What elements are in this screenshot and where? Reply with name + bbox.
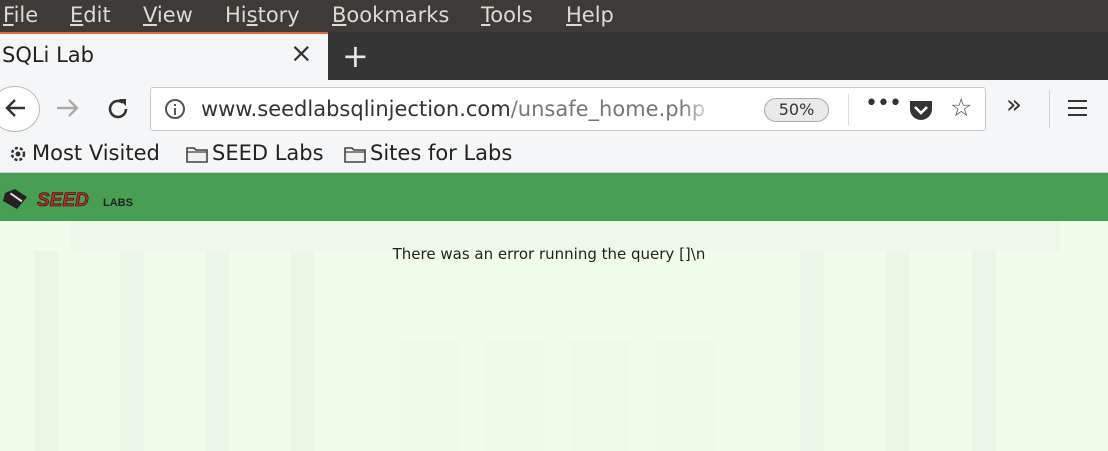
gear-icon [10, 146, 26, 162]
back-button[interactable] [0, 86, 40, 132]
bookmark-sites-for-labs[interactable]: Sites for Labs [344, 141, 512, 165]
svg-text:SEED: SEED [37, 190, 89, 211]
new-tab-button[interactable]: + [342, 32, 369, 80]
url-text[interactable]: www.seedlabsqlinjection.com/unsafe_home.… [201, 97, 713, 121]
menu-view[interactable]: View [143, 3, 193, 27]
url-bar[interactable]: www.seedlabsqlinjection.com/unsafe_home.… [150, 87, 986, 131]
bookmark-seed-labs[interactable]: SEED Labs [186, 141, 324, 165]
menu-tools[interactable]: Tools [481, 3, 533, 27]
bookmarks-toolbar: Most Visited SEED Labs Sites for Labs [0, 138, 1108, 173]
zoom-level-badge[interactable]: 50% [764, 98, 829, 122]
menu-history[interactable]: History [225, 3, 300, 27]
forward-button[interactable] [55, 96, 81, 120]
tab-title: SQLi Lab [2, 43, 94, 67]
overflow-menu-icon[interactable]: » [1006, 90, 1022, 120]
hamburger-menu-icon[interactable] [1068, 100, 1087, 116]
menu-help[interactable]: Help [566, 3, 614, 27]
navigation-toolbar: www.seedlabsqlinjection.com/unsafe_home.… [0, 80, 1108, 138]
pocket-icon[interactable] [908, 99, 934, 121]
site-header: SEED LABS [0, 173, 1108, 221]
back-arrow-icon [5, 99, 25, 117]
bookmark-most-visited[interactable]: Most Visited [8, 141, 160, 165]
reload-button[interactable] [105, 96, 131, 122]
menu-file[interactable]: File [3, 3, 38, 27]
menu-bar: File Edit View History Bookmarks Tools H… [0, 0, 1108, 32]
seedlabs-logo[interactable]: SEED LABS [3, 187, 153, 211]
page-content: There was an error running the query []\… [0, 221, 1108, 451]
bookmark-star-icon[interactable]: ☆ [950, 94, 972, 122]
info-icon[interactable] [165, 99, 185, 119]
tab-strip: SQLi Lab × + [0, 32, 1108, 80]
folder-icon [344, 147, 366, 163]
close-tab-icon[interactable]: × [290, 38, 313, 69]
tab-sqli-lab[interactable]: SQLi Lab × [0, 32, 328, 80]
query-error-message: There was an error running the query []\… [392, 245, 706, 263]
svg-text:LABS: LABS [103, 197, 133, 209]
menu-edit[interactable]: Edit [70, 3, 111, 27]
page-actions-more-icon[interactable]: ••• [865, 91, 902, 116]
folder-icon [186, 147, 208, 163]
menu-bookmarks[interactable]: Bookmarks [332, 3, 449, 27]
